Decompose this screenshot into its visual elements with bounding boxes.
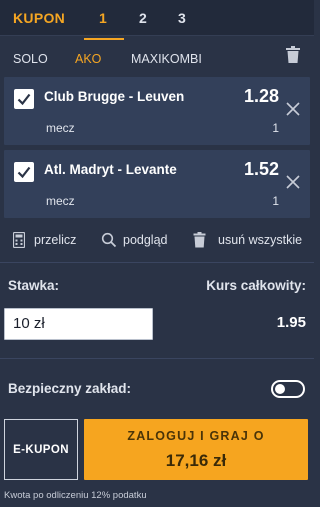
stake-label: Stawka: [8, 278, 60, 293]
safe-bet-label: Bezpieczny zakład: [8, 381, 132, 396]
remove-bet-close-icon[interactable] [285, 174, 301, 190]
bet-checkbox[interactable] [14, 162, 34, 182]
subtab-maxikombi[interactable]: MAXIKOMBI [131, 52, 202, 66]
match-name[interactable]: Atl. Madryt - Levante [44, 162, 177, 177]
bet-card: Club Brugge - Leuven 1.28 mecz 1 [4, 77, 310, 145]
total-odds-label: Kurs całkowity: [206, 278, 306, 293]
recalc-button[interactable]: przelicz [34, 233, 76, 247]
checkmark-icon [17, 93, 31, 106]
preview-button[interactable]: podgląd [123, 233, 168, 247]
bet-market: mecz [46, 194, 75, 208]
search-icon[interactable] [101, 232, 117, 253]
remove-all-button[interactable]: usuń wszystkie [218, 233, 302, 247]
safe-bet-toggle[interactable] [271, 380, 305, 398]
bet-market: mecz [46, 121, 75, 135]
tab-kupon[interactable]: KUPON [13, 10, 65, 26]
divider [0, 262, 314, 263]
active-tab-indicator [84, 38, 124, 40]
checkmark-icon [17, 166, 31, 179]
subtab-ako[interactable]: AKO [75, 52, 101, 66]
tax-footnote: Kwota po odliczeniu 12% podatku [4, 490, 147, 501]
tab-coupon-3[interactable]: 3 [178, 10, 186, 26]
stake-input[interactable]: 10 zł [4, 308, 153, 340]
bet-odds: 1.28 [243, 86, 279, 106]
match-name[interactable]: Club Brugge - Leuven [44, 89, 184, 104]
total-odds-value: 1.95 [276, 314, 306, 331]
calculator-icon[interactable] [12, 231, 26, 253]
subtab-solo[interactable]: SOLO [13, 52, 48, 66]
tab-coupon-2[interactable]: 2 [139, 10, 147, 26]
bet-odds: 1.52 [243, 159, 279, 179]
e-kupon-button[interactable]: E-KUPON [4, 419, 78, 480]
bet-pick: 1 [272, 121, 279, 135]
trash-icon[interactable] [193, 232, 206, 253]
bet-card: Atl. Madryt - Levante 1.52 mecz 1 [4, 150, 310, 218]
toggle-knob [275, 384, 285, 394]
login-button-amount: 17,16 zł [165, 451, 227, 470]
clear-coupon-trash-icon[interactable] [285, 46, 301, 64]
login-and-play-button[interactable]: ZALOGUJ I GRAJ O 17,16 zł [84, 419, 308, 480]
tab-coupon-1[interactable]: 1 [99, 10, 107, 26]
coupon-tabs: KUPON 1 2 3 [0, 0, 314, 36]
login-button-label: ZALOGUJ I GRAJ O [127, 429, 265, 443]
remove-bet-close-icon[interactable] [285, 101, 301, 117]
bet-pick: 1 [272, 194, 279, 208]
divider [0, 358, 314, 359]
bet-checkbox[interactable] [14, 89, 34, 109]
